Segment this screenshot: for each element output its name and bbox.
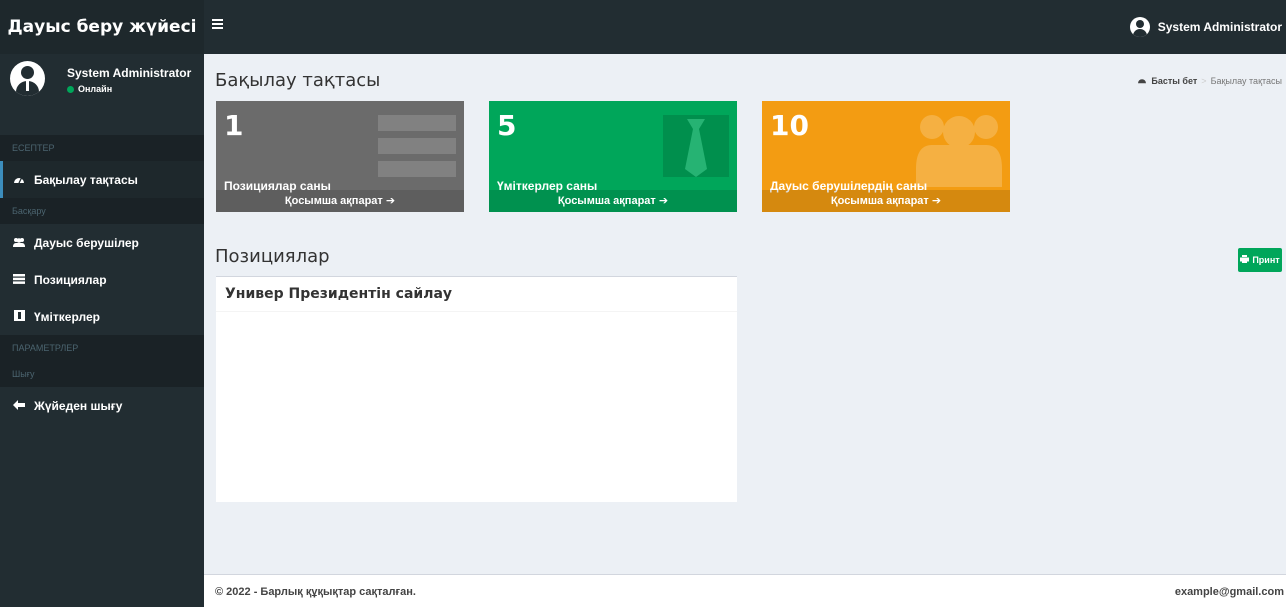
more-info-link[interactable]: Қосымша ақпарат ➔ (762, 190, 1010, 212)
dashboard-icon (12, 173, 26, 187)
top-user-name: System Administrator (1157, 20, 1282, 34)
sidebar-item-candidates[interactable]: Үміткерлер (0, 298, 204, 335)
sidebar-item-logout[interactable]: Жүйеден шығу (0, 387, 204, 424)
sidebar-item-label: Жүйеден шығу (34, 398, 123, 413)
breadcrumb-home[interactable]: Басты бет (1151, 76, 1197, 86)
arrow-circle-right-icon: ➔ (385, 195, 396, 207)
user-menu[interactable]: System Administrator (1129, 0, 1282, 54)
online-dot-icon (67, 85, 74, 93)
stat-value: 10 (770, 109, 809, 142)
users-icon (12, 236, 26, 250)
user-panel: System Administrator Онлайн (0, 54, 204, 135)
positions-section-title: Позициялар (215, 246, 330, 267)
stat-value: 5 (497, 109, 517, 142)
more-info-link[interactable]: Қосымша ақпарат ➔ (489, 190, 737, 212)
sidebar-item-voters[interactable]: Дауыс берушілер (0, 224, 204, 261)
section-header-manage: Басқару (0, 198, 204, 224)
stat-box-positions: 1 Позициялар саны Қосымша ақпарат ➔ (216, 101, 464, 212)
breadcrumb-separator: > (1201, 76, 1207, 86)
user-status-text: Онлайн (78, 84, 113, 94)
position-panel: Универ Президентін сайлау (216, 276, 737, 502)
print-button[interactable]: Принт (1238, 248, 1282, 272)
print-icon (1240, 255, 1250, 265)
section-header-reports: ЕСЕПТЕР (0, 135, 204, 161)
sidebar-user-name: System Administrator (67, 66, 192, 80)
more-info-link[interactable]: Қосымша ақпарат ➔ (216, 190, 464, 212)
avatar (10, 61, 45, 96)
page-title: Бақылау тақтасы (215, 70, 381, 91)
sidebar: System Administrator Онлайн ЕСЕПТЕР Бақы… (0, 54, 204, 607)
arrow-left-icon (12, 399, 26, 413)
user-status: Онлайн (67, 84, 112, 94)
sidebar-item-label: Бақылау тақтасы (34, 172, 138, 187)
stat-box-candidates: 5 Үміткерлер саны Қосымша ақпарат ➔ (489, 101, 737, 212)
top-navbar: Дауыс беру жүйесі System Administrator (0, 0, 1286, 54)
stat-value: 1 (224, 109, 244, 142)
user-avatar-icon (1129, 17, 1150, 37)
sidebar-item-label: Позициялар (34, 272, 107, 287)
stat-box-voters: 10 Дауыс берушілердің саны Қосымша ақпар… (762, 101, 1010, 212)
arrow-circle-right-icon: ➔ (931, 195, 942, 207)
arrow-circle-right-icon: ➔ (658, 195, 669, 207)
tie-icon (663, 115, 729, 182)
page-footer: © 2022 - Барлық құқықтар сақталған. exam… (204, 574, 1286, 607)
list-icon (378, 115, 456, 182)
candidate-icon (12, 309, 26, 324)
users-icon (914, 107, 1004, 192)
breadcrumb-current: Бақылау тақтасы (1210, 76, 1282, 86)
list-icon (12, 273, 26, 287)
dashboard-icon (1137, 76, 1147, 86)
print-button-label: Принт (1252, 255, 1280, 265)
section-header-settings: ПАРАМЕТРЛЕР (0, 335, 204, 361)
section-header-exit: Шығу (0, 361, 204, 387)
sidebar-item-label: Дауыс берушілер (34, 235, 139, 250)
position-panel-title: Универ Президентін сайлау (216, 277, 737, 312)
more-info-label: Қосымша ақпарат (557, 195, 656, 207)
copyright-text: © 2022 - Барлық құқықтар сақталған. (215, 586, 416, 598)
footer-email[interactable]: example@gmail.com (1175, 586, 1284, 598)
more-info-label: Қосымша ақпарат (830, 195, 929, 207)
main-content: Бақылау тақтасы Басты бет > Бақылау тақт… (204, 54, 1286, 574)
sidebar-item-dashboard[interactable]: Бақылау тақтасы (0, 161, 204, 198)
sidebar-toggle-icon[interactable] (212, 19, 224, 33)
app-logo[interactable]: Дауыс беру жүйесі (0, 0, 204, 54)
sidebar-item-positions[interactable]: Позициялар (0, 261, 204, 298)
sidebar-item-label: Үміткерлер (34, 309, 100, 324)
more-info-label: Қосымша ақпарат (284, 195, 383, 207)
breadcrumb: Басты бет > Бақылау тақтасы (1137, 76, 1282, 86)
